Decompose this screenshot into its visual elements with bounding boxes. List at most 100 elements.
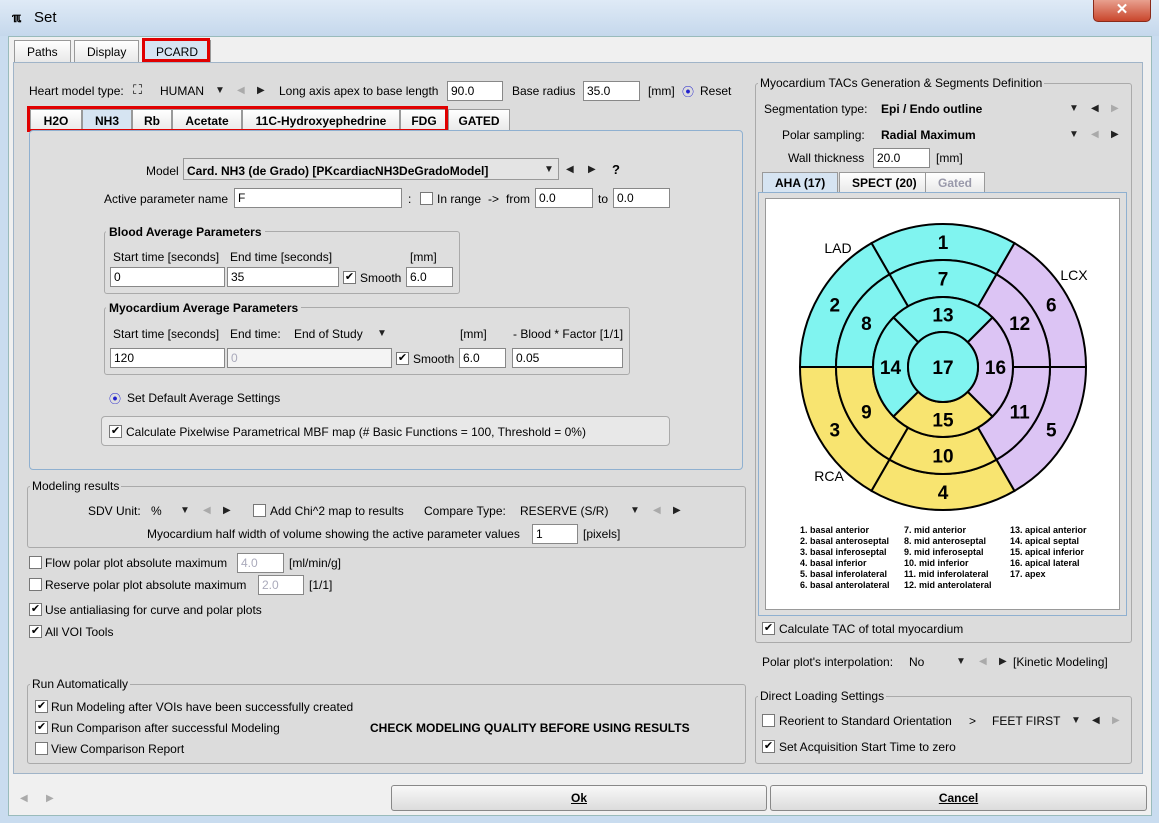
blood-start-input[interactable] [110, 267, 225, 287]
next-icon[interactable]: ▶ [673, 505, 681, 516]
modeling-title: Modeling results [30, 479, 122, 493]
quality-warning: CHECK MODELING QUALITY BEFORE USING RESU… [370, 721, 690, 735]
end-time-select[interactable]: End of Study [294, 327, 363, 341]
next-icon[interactable]: ▶ [999, 656, 1007, 667]
compare-select[interactable]: RESERVE (S/R) [520, 504, 608, 518]
default-average-button[interactable]: Set Default Average Settings [127, 391, 280, 405]
segment-label: 15 [932, 411, 954, 432]
next-icon[interactable]: ▶ [588, 164, 596, 175]
tab-display[interactable]: Display [74, 40, 140, 62]
polar-sampling-select[interactable]: Radial Maximum [881, 128, 976, 142]
next-icon[interactable]: ▶ [223, 505, 231, 516]
prev-icon[interactable]: ◀ [979, 656, 987, 667]
flow-max-input[interactable] [237, 553, 284, 573]
flow-max-checkbox[interactable] [29, 556, 42, 569]
dropdown-arrow-icon[interactable]: ▼ [544, 164, 554, 175]
segment-label: 14 [880, 358, 902, 379]
reset-button[interactable]: Reset [700, 84, 731, 98]
reserve-max-input[interactable] [258, 575, 304, 595]
factor-input[interactable] [512, 348, 623, 368]
dropdown-arrow-icon[interactable]: ▼ [630, 505, 640, 516]
legend-item: 12. mid anterolateral [904, 580, 992, 590]
view-report-checkbox[interactable] [35, 742, 48, 755]
antialiasing-checkbox[interactable]: ✔ [29, 603, 42, 616]
chi-checkbox[interactable] [253, 504, 266, 517]
to-input[interactable] [613, 188, 670, 208]
prev-icon[interactable]: ◀ [1091, 129, 1099, 140]
dropdown-arrow-icon[interactable]: ▼ [956, 656, 966, 667]
next-icon[interactable]: ▶ [257, 85, 265, 96]
run-modeling-checkbox[interactable]: ✔ [35, 700, 48, 713]
legend-item: 13. apical anterior [1010, 525, 1087, 535]
segmentation-select[interactable]: Epi / Endo outline [881, 102, 982, 116]
next-icon[interactable]: ▶ [1112, 715, 1120, 726]
tab-paths[interactable]: Paths [14, 40, 71, 62]
legend-item: 2. basal anteroseptal [800, 536, 890, 546]
blood-smooth-checkbox[interactable]: ✔ [343, 271, 356, 284]
base-radius-input[interactable] [583, 81, 640, 101]
prev-icon[interactable]: ◀ [203, 505, 211, 516]
prev-icon[interactable]: ◀ [1092, 715, 1100, 726]
next-icon[interactable]: ▶ [1111, 129, 1119, 140]
heart-model-select[interactable]: HUMAN [160, 84, 204, 98]
sdv-select[interactable]: % [151, 504, 162, 518]
blood-group-title: Blood Average Parameters [106, 225, 265, 239]
compare-label: Compare Type: [424, 504, 506, 518]
territory-label-lad: LAD [824, 240, 851, 256]
dropdown-arrow-icon[interactable]: ▼ [180, 505, 190, 516]
next-icon[interactable]: ▶ [46, 793, 54, 804]
prev-icon[interactable]: ◀ [237, 85, 245, 96]
prev-icon[interactable]: ◀ [1091, 103, 1099, 114]
dropdown-arrow-icon[interactable]: ▼ [1069, 129, 1079, 140]
reorient-checkbox[interactable] [762, 714, 775, 727]
voi-tools-checkbox[interactable]: ✔ [29, 625, 42, 638]
pixelwise-checkbox[interactable]: ✔ [109, 425, 122, 438]
tab-gated[interactable]: GATED [448, 109, 510, 131]
dropdown-arrow-icon[interactable]: ▼ [1071, 715, 1081, 726]
radio-icon[interactable]: ⦿ [109, 390, 121, 407]
ok-button[interactable]: Ok [391, 785, 767, 811]
myo-smooth-input[interactable] [459, 348, 506, 368]
run-comparison-checkbox[interactable]: ✔ [35, 721, 48, 734]
myo-start-input[interactable] [110, 348, 225, 368]
halfwidth-input[interactable] [532, 524, 578, 544]
territory-label-lcx: LCX [1060, 267, 1088, 283]
prev-icon[interactable]: ◀ [20, 793, 28, 804]
orientation-select[interactable]: FEET FIRST [992, 714, 1060, 728]
radio-icon[interactable]: ⦿ [682, 83, 694, 100]
segment-label: 12 [1009, 314, 1030, 335]
from-input[interactable] [535, 188, 593, 208]
cancel-button[interactable]: Cancel [770, 785, 1147, 811]
long-axis-input[interactable] [447, 81, 503, 101]
total-tac-checkbox[interactable]: ✔ [762, 622, 775, 635]
close-button[interactable]: ✕ [1093, 0, 1151, 22]
next-icon[interactable]: ▶ [1111, 103, 1119, 114]
blood-smooth-input[interactable] [406, 267, 453, 287]
mm-unit: [mm] [460, 327, 487, 341]
blood-end-input[interactable] [227, 267, 339, 287]
prev-icon[interactable]: ◀ [653, 505, 661, 516]
segment-label: 3 [829, 421, 840, 442]
myo-smooth-checkbox[interactable]: ✔ [396, 352, 409, 365]
legend-item: 15. apical inferior [1010, 547, 1085, 557]
dropdown-arrow-icon[interactable]: ▼ [377, 328, 387, 339]
chi-label: Add Chi^2 map to results [270, 504, 404, 518]
reserve-max-checkbox[interactable] [29, 578, 42, 591]
prev-icon[interactable]: ◀ [566, 164, 574, 175]
acq-start-checkbox[interactable]: ✔ [762, 740, 775, 753]
in-range-checkbox[interactable] [420, 192, 433, 205]
dropdown-arrow-icon[interactable]: ▼ [215, 85, 225, 96]
tab-spect[interactable]: SPECT (20) [839, 172, 930, 193]
active-param-input[interactable] [234, 188, 402, 208]
wall-thickness-input[interactable] [873, 148, 930, 168]
kinetic-modeling-link[interactable]: [Kinetic Modeling] [1013, 655, 1108, 669]
help-icon[interactable]: ? [612, 162, 620, 177]
tab-aha[interactable]: AHA (17) [762, 172, 839, 193]
tab-gated[interactable]: Gated [925, 172, 986, 193]
acq-start-label: Set Acquisition Start Time to zero [779, 740, 956, 754]
myo-end-input[interactable] [227, 348, 392, 368]
legend-item: 9. mid inferoseptal [904, 547, 984, 557]
segment-legend-column: 1. basal anterior 2. basal anteroseptal 3.… [800, 525, 890, 591]
interpolation-select[interactable]: No [909, 655, 924, 669]
dropdown-arrow-icon[interactable]: ▼ [1069, 103, 1079, 114]
